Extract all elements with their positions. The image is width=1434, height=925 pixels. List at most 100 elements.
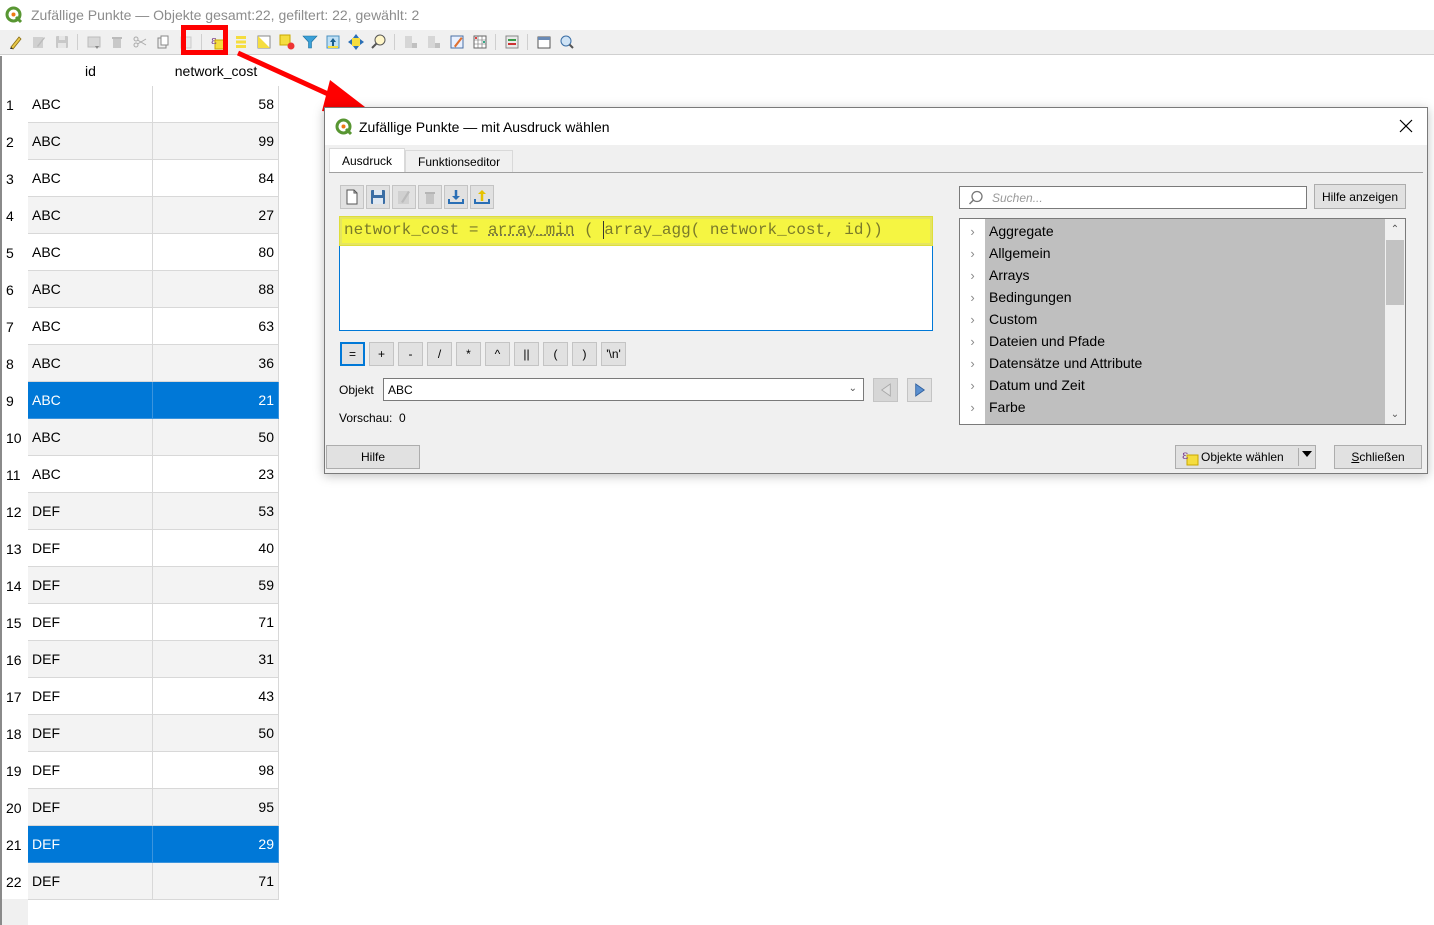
- cell-network-cost[interactable]: 43: [153, 678, 279, 715]
- chevron-right-icon[interactable]: ›: [960, 334, 985, 349]
- cell-id[interactable]: DEF: [28, 678, 153, 715]
- row-number[interactable]: 5: [0, 234, 28, 271]
- cell-network-cost[interactable]: 40: [153, 530, 279, 567]
- cell-network-cost[interactable]: 36: [153, 345, 279, 382]
- table-row[interactable]: 2 ABC 99: [0, 123, 280, 160]
- cell-id[interactable]: DEF: [28, 530, 153, 567]
- table-row[interactable]: 15 DEF 71: [0, 604, 280, 641]
- column-header-network-cost[interactable]: network_cost: [153, 56, 279, 86]
- function-search-input[interactable]: Suchen...: [959, 186, 1307, 209]
- row-number[interactable]: 15: [0, 604, 28, 641]
- close-button[interactable]: Schließen: [1334, 445, 1422, 469]
- tab-funktionseditor[interactable]: Funktionseditor: [405, 150, 514, 172]
- cell-id[interactable]: ABC: [28, 160, 153, 197]
- row-number[interactable]: 11: [0, 456, 28, 493]
- cell-id[interactable]: ABC: [28, 419, 153, 456]
- cell-id[interactable]: ABC: [28, 123, 153, 160]
- cell-id[interactable]: DEF: [28, 604, 153, 641]
- row-number[interactable]: 13: [0, 530, 28, 567]
- select-all-icon[interactable]: [232, 33, 250, 51]
- function-group-item[interactable]: ›Felder und Werte: [960, 418, 1385, 425]
- function-group-item[interactable]: › Custom: [960, 308, 1385, 330]
- table-row[interactable]: 16 DEF 31: [0, 641, 280, 678]
- select-features-button[interactable]: ε Objekte wählen: [1175, 445, 1316, 469]
- row-number[interactable]: 22: [0, 863, 28, 900]
- add-feature-icon[interactable]: [85, 33, 103, 51]
- cell-network-cost[interactable]: 71: [153, 863, 279, 900]
- column-header-id[interactable]: id: [28, 56, 153, 86]
- chevron-right-icon[interactable]: ›: [960, 246, 985, 261]
- move-selection-top-icon[interactable]: [324, 33, 342, 51]
- cell-id[interactable]: DEF: [28, 789, 153, 826]
- cell-id[interactable]: ABC: [28, 382, 153, 419]
- copy-icon[interactable]: [154, 33, 172, 51]
- cell-network-cost[interactable]: 53: [153, 493, 279, 530]
- zoom-view-icon[interactable]: [558, 33, 576, 51]
- new-file-icon[interactable]: [340, 185, 364, 209]
- cut-icon[interactable]: [131, 33, 149, 51]
- row-number[interactable]: 8: [0, 345, 28, 382]
- cell-id[interactable]: DEF: [28, 826, 153, 863]
- field-calculator-icon[interactable]: [448, 33, 466, 51]
- function-group-item[interactable]: › Dateien und Pfade: [960, 330, 1385, 352]
- row-number[interactable]: 7: [0, 308, 28, 345]
- row-number[interactable]: 18: [0, 715, 28, 752]
- table-row[interactable]: 4 ABC 27: [0, 197, 280, 234]
- close-icon[interactable]: [1397, 117, 1415, 135]
- cell-network-cost[interactable]: 50: [153, 715, 279, 752]
- table-row[interactable]: 7 ABC 63: [0, 308, 280, 345]
- import-icon[interactable]: [444, 185, 468, 209]
- chevron-right-icon[interactable]: ›: [960, 268, 985, 283]
- cell-network-cost[interactable]: 63: [153, 308, 279, 345]
- tab-ausdruck[interactable]: Ausdruck: [329, 148, 406, 172]
- function-group-item[interactable]: › Aggregate: [960, 220, 1385, 242]
- function-group-item[interactable]: › Arrays: [960, 264, 1385, 286]
- cell-network-cost[interactable]: 50: [153, 419, 279, 456]
- function-group-item[interactable]: › Datensätze und Attribute: [960, 352, 1385, 374]
- cell-network-cost[interactable]: 59: [153, 567, 279, 604]
- chevron-right-icon[interactable]: ›: [960, 224, 985, 239]
- row-number[interactable]: 20: [0, 789, 28, 826]
- scrollbar-thumb[interactable]: [1386, 240, 1404, 305]
- operator-button[interactable]: =: [340, 342, 365, 366]
- cell-id[interactable]: ABC: [28, 308, 153, 345]
- operator-button[interactable]: -: [398, 342, 423, 366]
- delete-icon[interactable]: [418, 185, 442, 209]
- chevron-right-icon[interactable]: ›: [960, 312, 985, 327]
- row-number[interactable]: 12: [0, 493, 28, 530]
- table-row[interactable]: 6 ABC 88: [0, 271, 280, 308]
- cell-id[interactable]: DEF: [28, 641, 153, 678]
- row-number[interactable]: 14: [0, 567, 28, 604]
- save-icon[interactable]: [53, 33, 71, 51]
- chevron-right-icon[interactable]: ›: [960, 290, 985, 305]
- cell-id[interactable]: ABC: [28, 86, 153, 123]
- table-row[interactable]: 19 DEF 98: [0, 752, 280, 789]
- cell-id[interactable]: DEF: [28, 715, 153, 752]
- cell-id[interactable]: ABC: [28, 197, 153, 234]
- row-number[interactable]: 1: [0, 86, 28, 123]
- cell-network-cost[interactable]: 88: [153, 271, 279, 308]
- tree-scrollbar[interactable]: ⌃ ⌄: [1385, 219, 1405, 424]
- table-row[interactable]: 22 DEF 71: [0, 863, 280, 900]
- row-number[interactable]: 3: [0, 160, 28, 197]
- chevron-right-icon[interactable]: ›: [960, 378, 985, 393]
- row-number[interactable]: 4: [0, 197, 28, 234]
- table-row[interactable]: 14 DEF 59: [0, 567, 280, 604]
- chevron-right-icon[interactable]: ›: [960, 422, 985, 425]
- row-number[interactable]: 21: [0, 826, 28, 863]
- edit-icon[interactable]: [392, 185, 416, 209]
- cell-network-cost[interactable]: 58: [153, 86, 279, 123]
- row-number[interactable]: 19: [0, 752, 28, 789]
- cell-network-cost[interactable]: 95: [153, 789, 279, 826]
- dropdown-arrow-icon[interactable]: [1302, 451, 1312, 457]
- show-help-button[interactable]: Hilfe anzeigen: [1314, 184, 1406, 209]
- row-number[interactable]: 6: [0, 271, 28, 308]
- cell-id[interactable]: DEF: [28, 493, 153, 530]
- table-row[interactable]: 9 ABC 21: [0, 382, 280, 419]
- cell-network-cost[interactable]: 23: [153, 456, 279, 493]
- operator-button[interactable]: /: [427, 342, 452, 366]
- function-group-item[interactable]: › Datum und Zeit: [960, 374, 1385, 396]
- table-row[interactable]: 8 ABC 36: [0, 345, 280, 382]
- table-row[interactable]: 13 DEF 40: [0, 530, 280, 567]
- table-row[interactable]: 1 ABC 58: [0, 86, 280, 123]
